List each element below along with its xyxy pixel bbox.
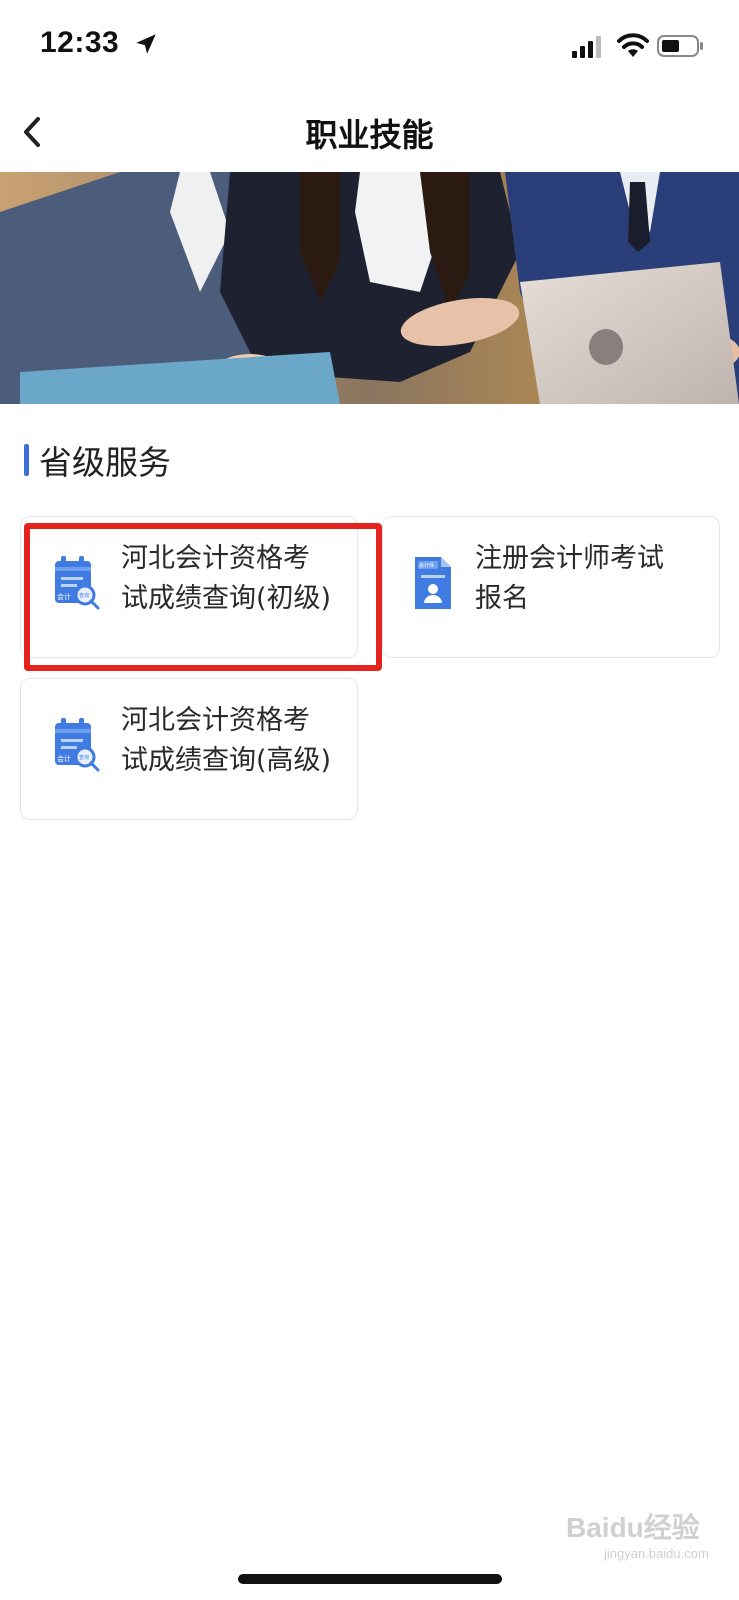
nav-bar: 职业技能: [0, 92, 739, 172]
watermark-sub: jingyan.baidu.com: [604, 1546, 709, 1561]
battery-icon: [657, 35, 703, 57]
card-label-line2: 试成绩查询(高级): [121, 745, 332, 776]
banner-image: [0, 172, 739, 404]
card-label-line2: 报名: [475, 583, 529, 614]
icon-text: 会计师: [419, 562, 434, 569]
icon-text: 查询: [79, 754, 89, 761]
card-label: 河北会计资格考 试成绩查询(高级): [121, 701, 331, 781]
card-label: 河北会计资格考 试成绩查询(初级): [121, 539, 331, 619]
section-title: 省级服务: [39, 443, 171, 482]
registration-form-icon: 会计师: [415, 557, 451, 609]
card-label-line2: 试成绩查询(初级): [121, 583, 332, 614]
cellular-signal-icon: [572, 36, 601, 58]
section-accent-bar: [24, 444, 29, 476]
status-time: 12:33: [40, 26, 120, 59]
location-arrow-icon: [136, 34, 156, 54]
wifi-icon: [617, 33, 649, 57]
card-label-line1: 注册会计师考试: [475, 543, 664, 574]
office-team-laptop-photo: [0, 172, 739, 404]
watermark: Baidu经验: [566, 1512, 700, 1543]
icon-text: 查询: [79, 592, 89, 599]
icon-text: 会计: [57, 754, 71, 763]
service-card-cpa-registration[interactable]: 会计师 注册会计师考试 报名: [382, 516, 720, 658]
card-label-line1: 河北会计资格考: [121, 543, 310, 574]
icon-text: 会计: [57, 592, 71, 601]
card-label: 注册会计师考试 报名: [475, 539, 664, 619]
page-title: 职业技能: [305, 116, 434, 154]
calendar-search-icon: 会计 查询: [55, 556, 100, 610]
card-label-line1: 河北会计资格考: [121, 705, 310, 736]
section-header: 省级服务: [24, 438, 171, 482]
service-card-accounting-score-senior[interactable]: 会计 查询 河北会计资格考 试成绩查询(高级): [20, 678, 358, 820]
service-card-accounting-score-junior[interactable]: 会计 查询 河北会计资格考 试成绩查询(初级): [20, 516, 358, 658]
calendar-search-icon: 会计 查询: [55, 718, 100, 772]
status-bar: 12:33: [0, 0, 739, 92]
page: 12:33 职业技能 省级服务 会计 查询 河北会计资格考 试成绩查询(初级) …: [0, 0, 739, 1600]
home-indicator[interactable]: [238, 1574, 502, 1584]
